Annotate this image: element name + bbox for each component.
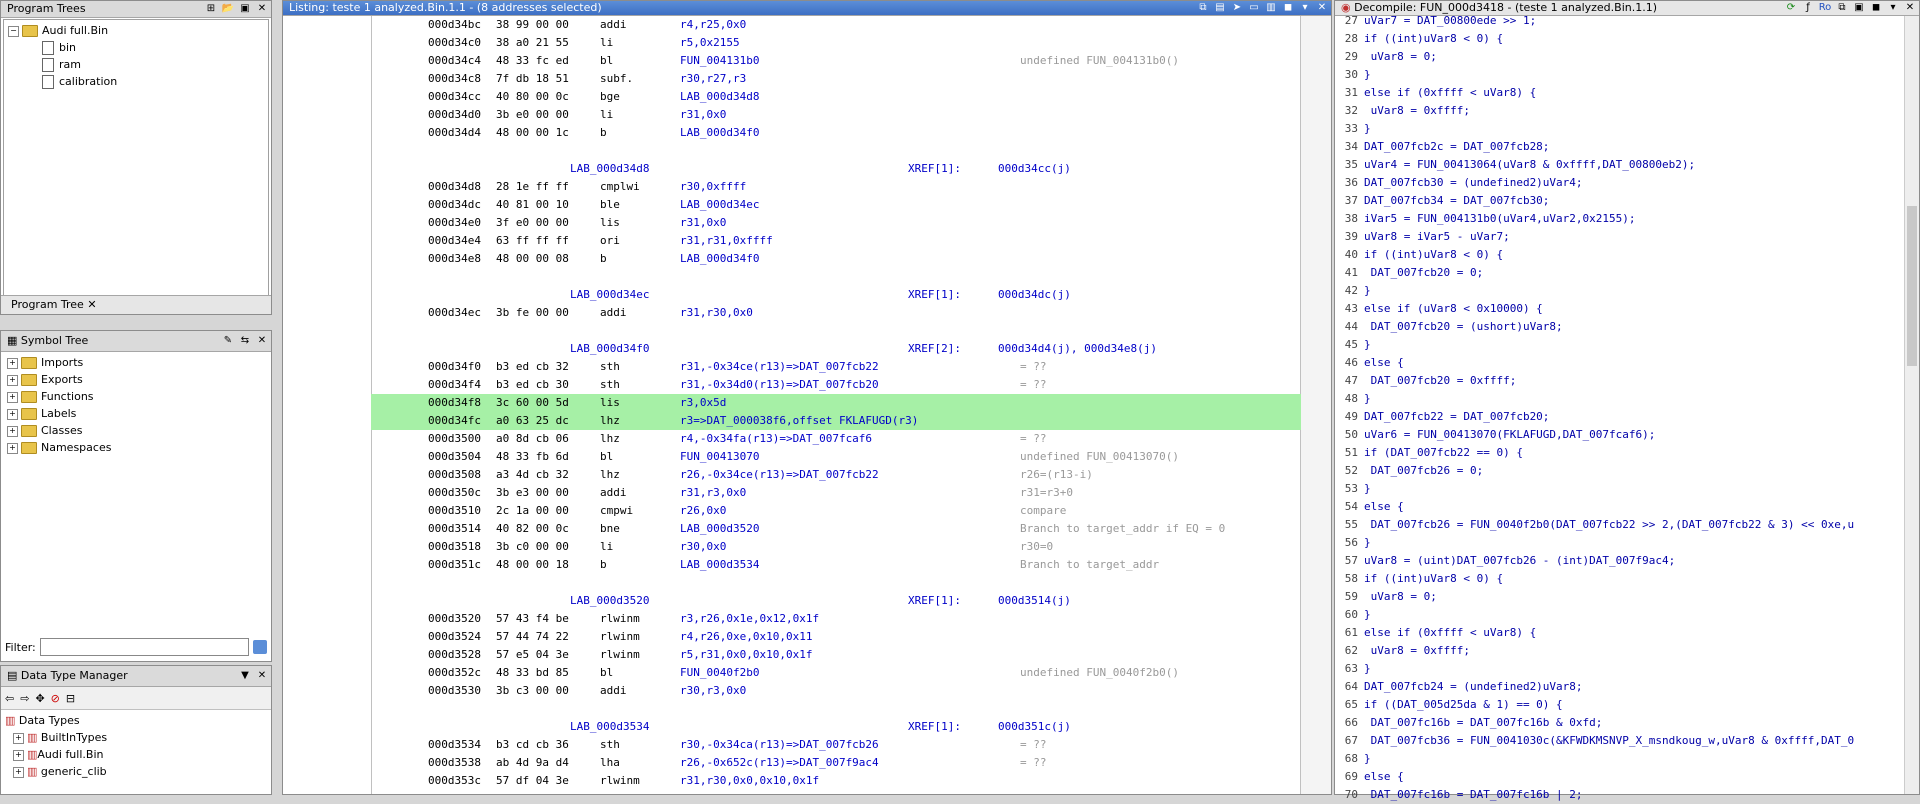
overview-bar[interactable] xyxy=(1300,16,1331,794)
listing-margin xyxy=(283,16,372,794)
dt-builtin[interactable]: + ▥ BuiltInTypes xyxy=(5,729,267,746)
copy-icon[interactable]: ⧉ xyxy=(1196,2,1210,14)
folder-icon xyxy=(21,374,37,386)
filter-options-icon[interactable] xyxy=(253,640,267,654)
dt-program[interactable]: + ▥Audi full.Bin xyxy=(5,746,267,763)
edit-function-icon[interactable]: ƒ xyxy=(1801,2,1815,14)
expand-icon[interactable]: + xyxy=(13,732,24,744)
expand-icon[interactable]: + xyxy=(13,766,24,778)
paste-icon[interactable]: ▤ xyxy=(1213,2,1227,14)
export-icon[interactable]: ▣ xyxy=(1852,2,1866,14)
collapse-all-icon[interactable]: ⊟ xyxy=(66,692,75,705)
tree-item-ram[interactable]: ram xyxy=(8,56,264,73)
copy-icon[interactable]: ⧉ xyxy=(1835,2,1849,14)
tree-item-bin[interactable]: bin xyxy=(8,39,264,56)
fragment-icon xyxy=(42,41,54,55)
dt-generic-clib[interactable]: + ▥ generic_clib xyxy=(5,763,267,780)
symbol-tree-icon: ▦ xyxy=(7,334,18,347)
close-icon[interactable]: ✕ xyxy=(255,335,269,347)
format-icon[interactable]: ▾ xyxy=(1298,2,1312,14)
close-icon[interactable]: ✕ xyxy=(255,3,269,15)
back-arrow-icon[interactable]: ⇦ xyxy=(5,692,14,705)
symbol-functions[interactable]: + Functions xyxy=(7,388,265,405)
folder-icon xyxy=(22,25,38,37)
program-trees-title: Program Trees ⊞ 📂 ▣ ✕ xyxy=(1,1,271,18)
archive-icon: ▥ xyxy=(27,731,38,744)
close-icon[interactable]: ✕ xyxy=(255,670,269,682)
symbol-namespaces[interactable]: + Namespaces xyxy=(7,439,265,456)
symbol-exports[interactable]: + Exports xyxy=(7,371,265,388)
data-type-icon: ▤ xyxy=(7,669,18,682)
decompile-body[interactable] xyxy=(1335,16,1905,794)
filter-input[interactable] xyxy=(39,638,249,656)
books-icon: ▥ xyxy=(5,714,16,727)
data-type-manager-panel: ▤ Data Type Manager ▼ ✕ ⇦ ⇨ ✥ ⊘ ⊟ ▥ Data… xyxy=(0,665,272,795)
data-types-root[interactable]: ▥ Data Types xyxy=(5,712,267,729)
namespaces-folder-icon xyxy=(21,442,37,454)
symbol-tree-panel: ▦ Symbol Tree ✎ ⇆ ✕ + Imports + Exports + F… xyxy=(0,330,272,662)
listing-body[interactable] xyxy=(372,16,1302,794)
ro-icon[interactable]: Ro xyxy=(1818,2,1832,14)
snapshot-icon[interactable]: ◼ xyxy=(1281,2,1295,14)
classes-folder-icon xyxy=(21,425,37,437)
fragment-icon xyxy=(42,75,54,89)
folder-icon xyxy=(21,408,37,420)
expand-icon[interactable]: + xyxy=(13,749,24,761)
graph-icon[interactable]: ▥ xyxy=(1264,2,1278,14)
data-type-manager-title: ▤ Data Type Manager ▼ ✕ xyxy=(1,666,271,687)
tab-program-tree[interactable]: Program Tree ✕ xyxy=(11,296,97,314)
symbol-labels[interactable]: + Labels xyxy=(7,405,265,422)
expand-icon[interactable]: + xyxy=(7,391,18,403)
expand-icon[interactable]: + xyxy=(7,408,18,420)
archive-icon: ▥ xyxy=(27,748,38,761)
fragment-icon xyxy=(42,58,54,72)
listing-title: Listing: teste 1 analyzed.Bin.1.1 - (8 a… xyxy=(283,1,1331,16)
filter-red-icon[interactable]: ⊘ xyxy=(51,692,60,705)
layout-icon[interactable]: ▭ xyxy=(1247,2,1261,14)
snapshot-icon[interactable]: ◼ xyxy=(1869,2,1883,14)
close-icon[interactable]: ✕ xyxy=(1315,2,1329,14)
navigate-icon[interactable]: ⇆ xyxy=(238,335,252,347)
listing-panel: Listing: teste 1 analyzed.Bin.1.1 - (8 a… xyxy=(282,0,1332,795)
menu-dropdown-icon[interactable]: ▼ xyxy=(238,670,252,682)
symbol-tree-title: ▦ Symbol Tree ✎ ⇆ ✕ xyxy=(1,331,271,352)
decompile-title: ◉ Decompile: FUN_000d3418 - (teste 1 ana… xyxy=(1335,1,1919,16)
symbol-imports[interactable]: + Imports xyxy=(7,354,265,371)
close-icon[interactable]: ✕ xyxy=(1903,2,1917,14)
expand-icon[interactable]: + xyxy=(7,374,18,386)
open-folder-icon[interactable]: 📂 xyxy=(221,3,235,15)
expand-icon[interactable]: + xyxy=(7,442,18,454)
expand-icon[interactable]: + xyxy=(7,357,18,369)
symbol-classes[interactable]: + Classes xyxy=(7,422,265,439)
tree-root[interactable]: − Audi full.Bin xyxy=(8,22,264,39)
decompile-scrollbar[interactable] xyxy=(1904,16,1919,794)
close-icon[interactable]: ✕ xyxy=(87,298,96,311)
expand-icon[interactable]: + xyxy=(7,425,18,437)
forward-arrow-icon[interactable]: ⇨ xyxy=(20,692,29,705)
program-trees-panel: Program Trees ⊞ 📂 ▣ ✕ − Audi full.Bin bin… xyxy=(0,0,272,315)
create-icon[interactable]: ✎ xyxy=(221,335,235,347)
tree-item-calibration[interactable]: calibration xyxy=(8,73,264,90)
folder-icon xyxy=(21,357,37,369)
apply-icon[interactable]: ✥ xyxy=(35,692,44,705)
decompile-icon: ◉ xyxy=(1341,1,1351,14)
save-icon[interactable]: ▣ xyxy=(238,3,252,15)
cursor-icon[interactable]: ➤ xyxy=(1230,2,1244,14)
functions-folder-icon xyxy=(21,391,37,403)
new-tree-icon[interactable]: ⊞ xyxy=(204,3,218,15)
collapse-icon[interactable]: − xyxy=(8,25,19,37)
scroll-thumb[interactable] xyxy=(1907,206,1917,366)
archive-icon: ▥ xyxy=(27,765,38,778)
refresh-icon[interactable]: ⟳ xyxy=(1784,2,1798,14)
filter-label: Filter: xyxy=(5,640,36,654)
menu-dropdown-icon[interactable]: ▾ xyxy=(1886,2,1900,14)
decompile-panel: ◉ Decompile: FUN_000d3418 - (teste 1 ana… xyxy=(1334,0,1920,795)
